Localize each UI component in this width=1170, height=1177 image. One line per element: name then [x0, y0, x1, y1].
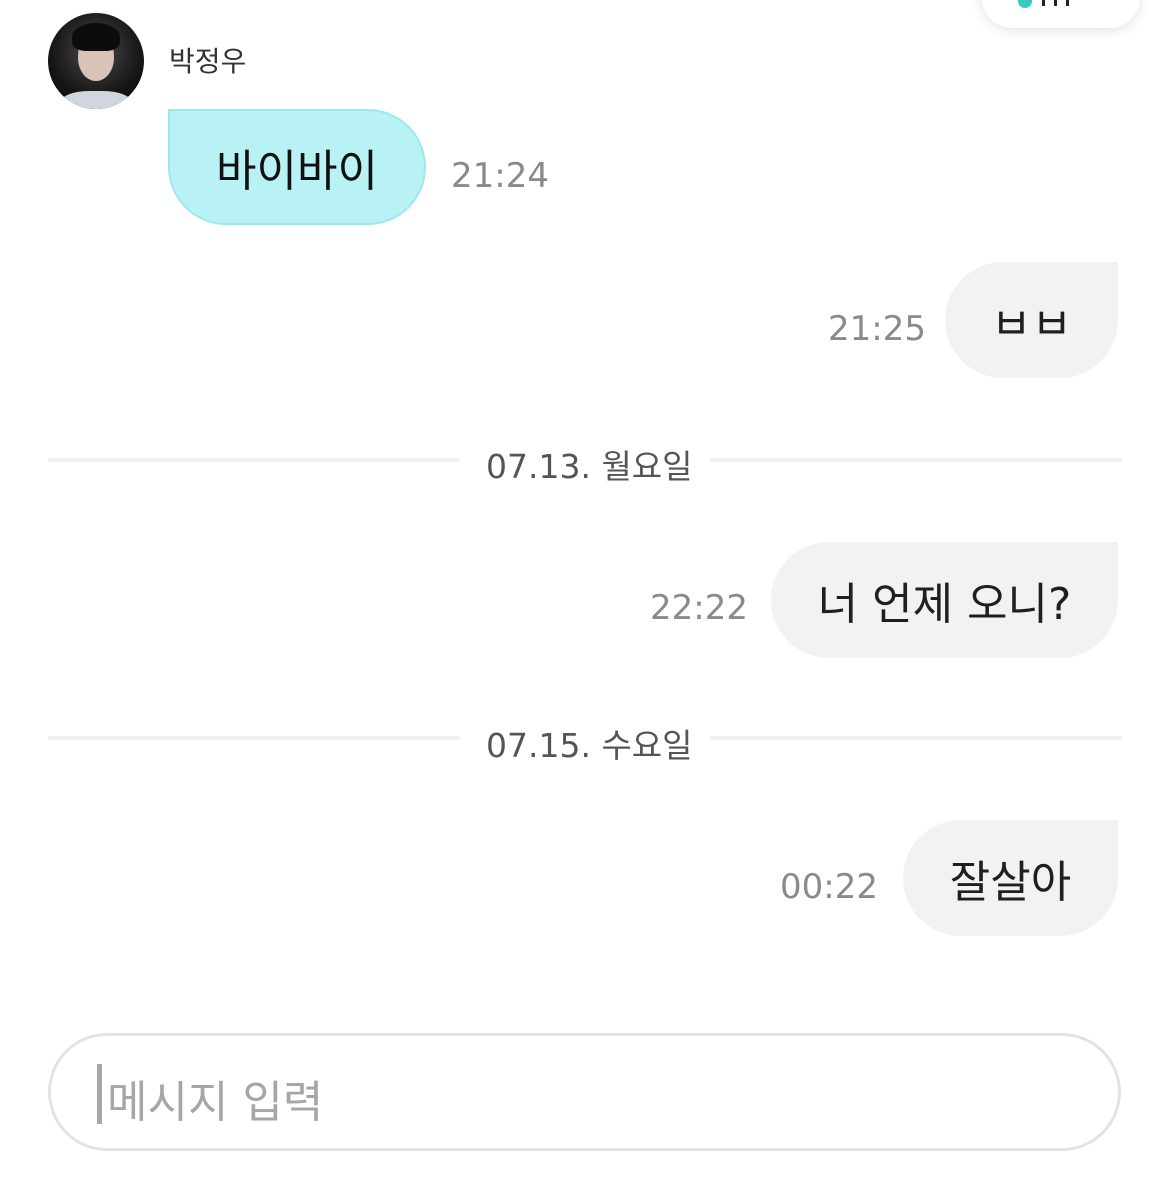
- date-divider-label: 07.15. 수요일: [486, 726, 693, 765]
- teal-heart-icon: [1018, 0, 1032, 8]
- count-indicator: [1042, 0, 1094, 6]
- message-bubble-outgoing[interactable]: ㅂㅂ: [945, 262, 1118, 378]
- message-time: 22:22: [650, 588, 748, 628]
- message-bubble-outgoing[interactable]: 잘살아: [903, 820, 1118, 936]
- divider-line: [48, 736, 460, 740]
- message-time: 00:22: [780, 867, 878, 907]
- message-bubble-incoming[interactable]: 바이바이: [168, 109, 426, 225]
- date-divider-label: 07.13. 월요일: [486, 447, 693, 486]
- chat-screen: 박정우 바이바이 21:24 21:25 ㅂㅂ 07.13. 월요일 22:22…: [0, 0, 1170, 1177]
- floating-action-button[interactable]: [982, 0, 1140, 28]
- message-input[interactable]: 메시지 입력: [48, 1033, 1121, 1151]
- message-time: 21:25: [828, 309, 926, 349]
- message-input-placeholder: 메시지 입력: [107, 1077, 324, 1128]
- message-time: 21:24: [451, 156, 549, 196]
- divider-line: [710, 458, 1122, 462]
- text-caret: [97, 1064, 102, 1124]
- avatar[interactable]: [48, 13, 144, 109]
- sender-name: 박정우: [169, 45, 247, 78]
- divider-line: [710, 736, 1122, 740]
- message-bubble-outgoing[interactable]: 너 언제 오니?: [771, 542, 1118, 658]
- divider-line: [48, 458, 460, 462]
